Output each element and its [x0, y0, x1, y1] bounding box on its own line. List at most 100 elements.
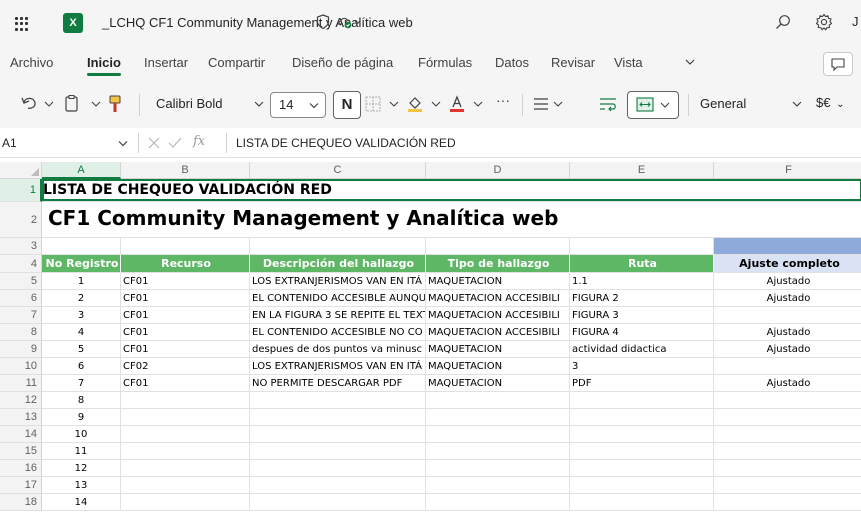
table-cell[interactable]: [250, 426, 426, 443]
table-cell[interactable]: [570, 392, 714, 409]
wrap-text-icon[interactable]: [598, 94, 618, 114]
row-header-4[interactable]: 4: [0, 255, 42, 273]
table-cell[interactable]: [714, 443, 861, 460]
table-cell[interactable]: EN LA FIGURA 3 SE REPITE EL TEXT: [250, 307, 426, 324]
column-header-e[interactable]: E: [570, 162, 714, 179]
clipboard-icon[interactable]: [62, 94, 106, 114]
table-cell[interactable]: MAQUETACION: [426, 358, 570, 375]
more-options-icon[interactable]: ···: [496, 92, 510, 112]
shield-icon[interactable]: [316, 14, 330, 30]
table-cell[interactable]: 13: [42, 477, 121, 494]
row-header-5[interactable]: 5: [0, 273, 42, 290]
font-color-icon[interactable]: [448, 94, 488, 114]
table-cell[interactable]: [121, 392, 250, 409]
table-cell[interactable]: [714, 358, 861, 375]
cell-a3[interactable]: [42, 238, 121, 255]
table-cell[interactable]: [121, 426, 250, 443]
row-header-6[interactable]: 6: [0, 290, 42, 307]
row-header-7[interactable]: 7: [0, 307, 42, 324]
table-cell[interactable]: LOS EXTRANJERISMOS VAN EN ITÁ: [250, 273, 426, 290]
table-cell[interactable]: CF01: [121, 290, 250, 307]
cell-d3[interactable]: [426, 238, 570, 255]
function-icon[interactable]: fx: [193, 134, 205, 149]
table-cell[interactable]: [426, 443, 570, 460]
table-cell[interactable]: PDF: [570, 375, 714, 392]
undo-icon[interactable]: [20, 94, 56, 114]
cloud-saved-icon[interactable]: [337, 15, 361, 29]
table-header-cell[interactable]: Ajuste completo: [714, 255, 861, 273]
row-header-9[interactable]: 9: [0, 341, 42, 358]
table-cell[interactable]: 2: [42, 290, 121, 307]
borders-icon[interactable]: [364, 94, 404, 114]
select-all-corner[interactable]: [0, 162, 42, 179]
table-cell[interactable]: Ajustado: [714, 324, 861, 341]
font-name-select[interactable]: Calibri Bold: [150, 92, 240, 118]
row-header-15[interactable]: 15: [0, 443, 42, 460]
table-cell[interactable]: [426, 426, 570, 443]
currency-format-button[interactable]: $€ ⌄: [816, 95, 844, 110]
cell-e3[interactable]: [570, 238, 714, 255]
row-header-14[interactable]: 14: [0, 426, 42, 443]
table-cell[interactable]: LOS EXTRANJERISMOS VAN EN ITÁ: [250, 358, 426, 375]
row-header-11[interactable]: 11: [0, 375, 42, 392]
table-cell[interactable]: MAQUETACION: [426, 375, 570, 392]
table-cell[interactable]: [426, 494, 570, 511]
table-cell[interactable]: 10: [42, 426, 121, 443]
table-cell[interactable]: [121, 494, 250, 511]
row-header-3[interactable]: 3: [0, 238, 42, 255]
table-cell[interactable]: 3: [570, 358, 714, 375]
cell-f3[interactable]: [714, 238, 861, 255]
table-cell[interactable]: CF01: [121, 341, 250, 358]
table-cell[interactable]: [714, 494, 861, 511]
column-header-d[interactable]: D: [426, 162, 570, 179]
format-painter-icon[interactable]: [108, 94, 122, 114]
table-cell[interactable]: [570, 443, 714, 460]
table-cell[interactable]: despues de dos puntos va minusc: [250, 341, 426, 358]
table-cell[interactable]: [250, 443, 426, 460]
row-header-16[interactable]: 16: [0, 460, 42, 477]
table-header-cell[interactable]: Descripción del hallazgo: [250, 255, 426, 273]
row-header-1[interactable]: 1: [0, 179, 42, 202]
table-cell[interactable]: [570, 477, 714, 494]
table-header-cell[interactable]: Recurso: [121, 255, 250, 273]
table-cell[interactable]: Ajustado: [714, 273, 861, 290]
table-cell[interactable]: [250, 460, 426, 477]
table-cell[interactable]: [250, 392, 426, 409]
table-cell[interactable]: [714, 392, 861, 409]
chevron-down-icon[interactable]: [685, 58, 695, 66]
table-cell[interactable]: 3: [42, 307, 121, 324]
chevron-down-icon[interactable]: [254, 100, 264, 108]
table-cell[interactable]: CF02: [121, 358, 250, 375]
table-cell[interactable]: [714, 477, 861, 494]
table-cell[interactable]: 5: [42, 341, 121, 358]
table-cell[interactable]: MAQUETACION: [426, 341, 570, 358]
table-cell[interactable]: CF01: [121, 375, 250, 392]
table-cell[interactable]: CF01: [121, 273, 250, 290]
table-cell[interactable]: [426, 460, 570, 477]
table-cell[interactable]: EL CONTENIDO ACCESIBLE NO CO: [250, 324, 426, 341]
column-header-b[interactable]: B: [121, 162, 250, 179]
table-cell[interactable]: [121, 460, 250, 477]
tab-vista[interactable]: Vista: [614, 55, 643, 70]
table-header-cell[interactable]: Ruta: [570, 255, 714, 273]
column-header-f[interactable]: F: [714, 162, 861, 179]
table-cell[interactable]: MAQUETACION ACCESIBILI: [426, 307, 570, 324]
tab-revisar[interactable]: Revisar: [551, 55, 595, 70]
table-cell[interactable]: [121, 409, 250, 426]
table-cell[interactable]: 9: [42, 409, 121, 426]
table-cell[interactable]: EL CONTENIDO ACCESIBLE AUNQU: [250, 290, 426, 307]
table-cell[interactable]: Ajustado: [714, 290, 861, 307]
table-cell[interactable]: 1.1: [570, 273, 714, 290]
table-cell[interactable]: [714, 307, 861, 324]
column-header-c[interactable]: C: [250, 162, 426, 179]
row-header-2[interactable]: 2: [0, 202, 42, 238]
table-cell[interactable]: MAQUETACION ACCESIBILI: [426, 324, 570, 341]
table-cell[interactable]: 12: [42, 460, 121, 477]
table-cell[interactable]: Ajustado: [714, 341, 861, 358]
table-cell[interactable]: [121, 443, 250, 460]
table-cell[interactable]: [714, 426, 861, 443]
table-cell[interactable]: [121, 477, 250, 494]
tab-compartir[interactable]: Compartir: [208, 55, 265, 70]
spreadsheet-grid[interactable]: A B C D E F 1 2 3 4 5 6 7 8 9 10 11 12 13 14 15 16 17 18 LISTA D…: [0, 162, 861, 522]
table-cell[interactable]: Ajustado: [714, 375, 861, 392]
